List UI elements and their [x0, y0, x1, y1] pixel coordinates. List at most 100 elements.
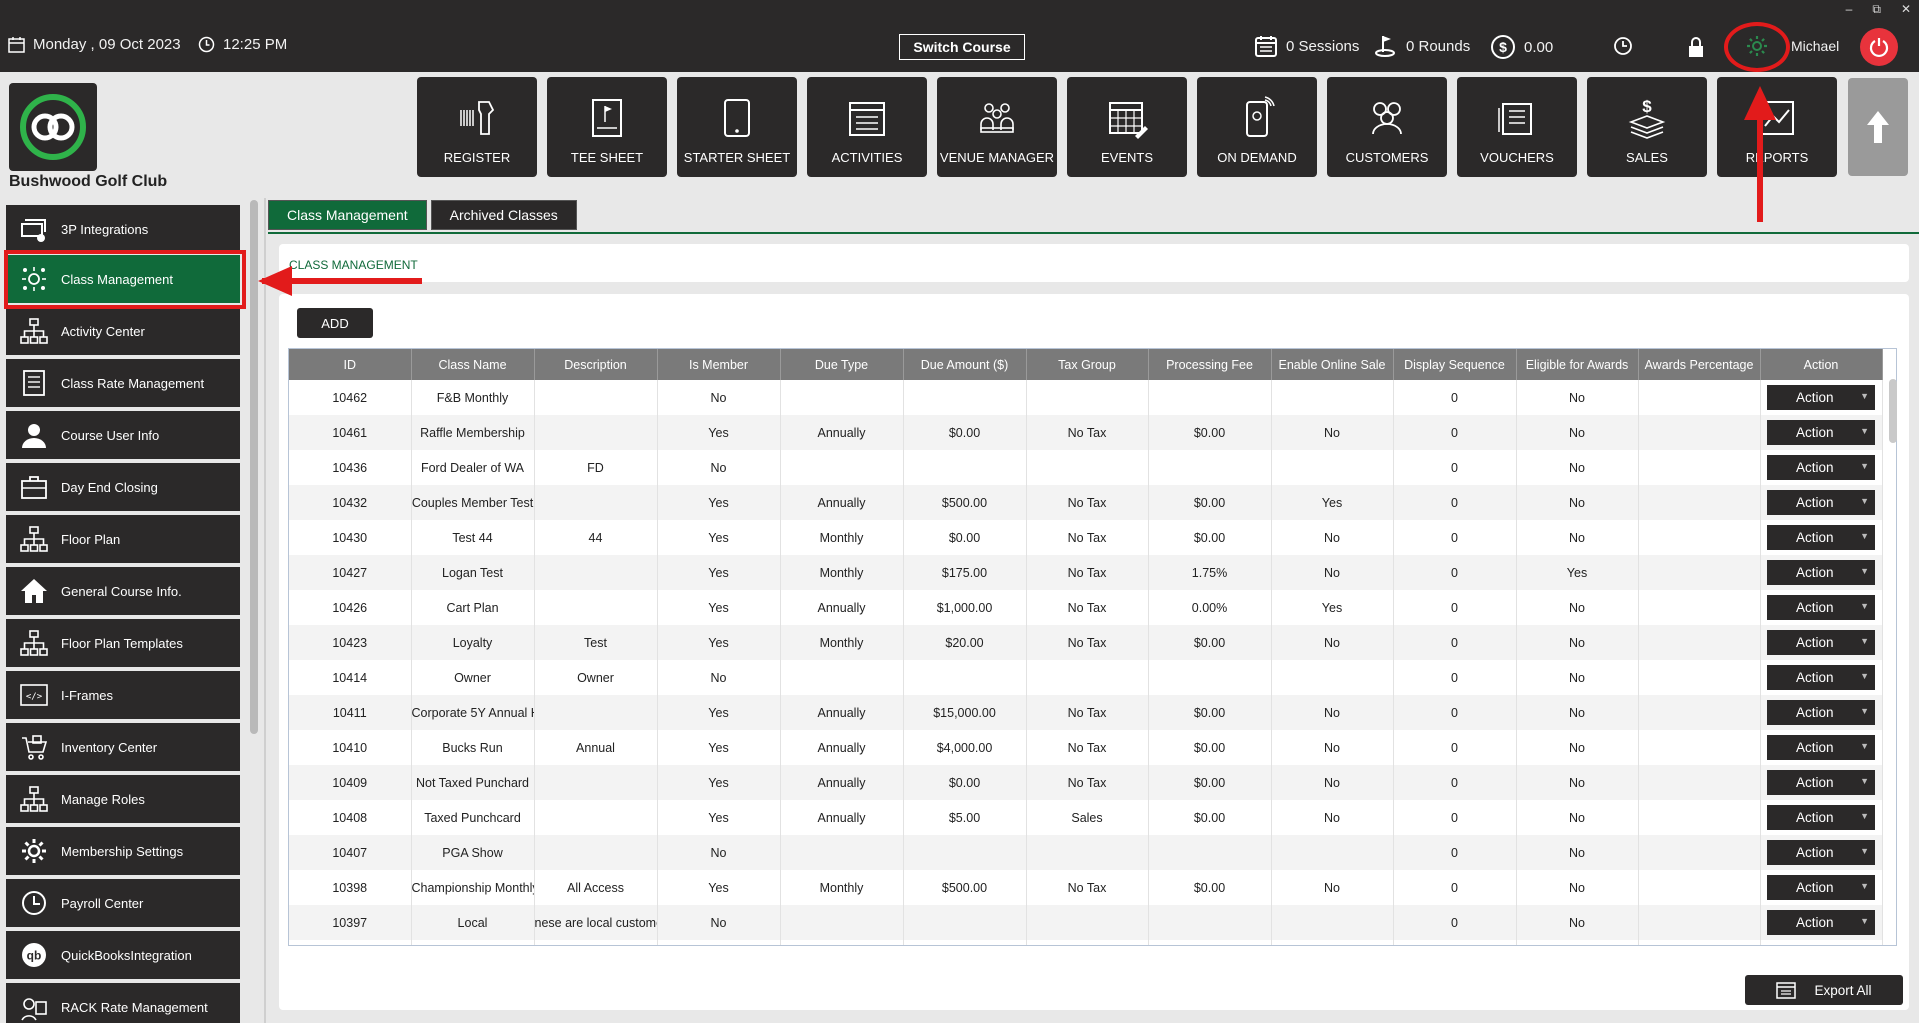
sidebar-item-3p-integrations[interactable]: 3P Integrations: [6, 205, 240, 253]
sidebar-item-payroll-center[interactable]: Payroll Center: [6, 879, 240, 927]
sidebar-item-floor-plan[interactable]: Floor Plan: [6, 515, 240, 563]
nav-on-demand[interactable]: ON DEMAND: [1197, 77, 1317, 177]
sidebar-item-label: Inventory Center: [61, 739, 158, 755]
table-row[interactable]: 10411 Corporate 5Y Annual H Yes Annually $15…: [289, 695, 1883, 730]
column-header[interactable]: Class Name: [411, 349, 535, 380]
column-header[interactable]: Eligible for Awards: [1516, 349, 1639, 380]
table-row[interactable]: 10427 Logan Test Yes Monthly $175.00 No Tax 1.…: [289, 555, 1883, 590]
sidebar-item-general-course-info[interactable]: General Course Info.: [6, 567, 240, 615]
nav-activities[interactable]: ACTIVITIES: [807, 77, 927, 177]
nav-events[interactable]: EVENTS: [1067, 77, 1187, 177]
column-header[interactable]: Description: [534, 349, 658, 380]
column-header[interactable]: Due Type: [780, 349, 904, 380]
table-row[interactable]: 10426 Cart Plan Yes Annually $1,000.00 No Tax…: [289, 590, 1883, 625]
column-header[interactable]: Processing Fee: [1148, 349, 1272, 380]
sidebar-scrollbar[interactable]: [250, 200, 258, 734]
action-label: Action: [1796, 845, 1834, 860]
table-cell: $0.00: [1148, 800, 1272, 835]
table-row[interactable]: 10407 PGA Show No 0 No Action ▼: [289, 835, 1883, 870]
action-dropdown-button[interactable]: Action▼: [1767, 875, 1875, 900]
table-row[interactable]: 10432 Couples Member Test Yes Annually $500.…: [289, 485, 1883, 520]
sidebar-item-floor-plan-templates[interactable]: Floor Plan Templates: [6, 619, 240, 667]
switch-course-button[interactable]: Switch Course: [899, 34, 1025, 60]
column-header[interactable]: Awards Percentage: [1638, 349, 1761, 380]
maximize-icon[interactable]: ⧉: [1872, 2, 1881, 17]
rounds-display[interactable]: 0 Rounds: [1374, 34, 1470, 58]
table-row[interactable]: 10408 Taxed Punchcard Yes Annually $5.00 Sale…: [289, 800, 1883, 835]
nav-register[interactable]: REGISTER: [417, 77, 537, 177]
sidebar-item-day-end-closing[interactable]: Day End Closing: [6, 463, 240, 511]
column-header[interactable]: Display Sequence: [1393, 349, 1517, 380]
action-dropdown-button[interactable]: Action▼: [1767, 840, 1875, 865]
chevron-down-icon: ▼: [1860, 706, 1869, 716]
sidebar-item-quickbooks-integration[interactable]: qb QuickBooksIntegration: [6, 931, 240, 979]
column-header[interactable]: Is Member: [657, 349, 781, 380]
table-row[interactable]: 10409 Not Taxed Punchard Yes Annually $0.00 N…: [289, 765, 1883, 800]
close-icon[interactable]: ✕: [1901, 2, 1911, 17]
nav-starter-sheet[interactable]: STARTER SHEET: [677, 77, 797, 177]
table-row[interactable]: 10410 Bucks Run Annual Yes Annually $4,000.00…: [289, 730, 1883, 765]
action-dropdown-button[interactable]: Action▼: [1767, 945, 1875, 946]
sidebar-item-class-rate-management[interactable]: Class Rate Management: [6, 359, 240, 407]
table-row[interactable]: Action▼: [289, 940, 1883, 946]
table-row[interactable]: 10430 Test 44 44 Yes Monthly $0.00 No Tax $0.00…: [289, 520, 1883, 555]
action-dropdown-button[interactable]: Action▼: [1767, 770, 1875, 795]
column-header[interactable]: Enable Online Sale: [1271, 349, 1394, 380]
action-dropdown-button[interactable]: Action▼: [1767, 490, 1875, 515]
sidebar-item-inventory-center[interactable]: Inventory Center: [6, 723, 240, 771]
sidebar-item-rack-rate-management[interactable]: RACK Rate Management: [6, 983, 240, 1023]
table-row[interactable]: 10398 Championship Monthly All Access Yes Mo…: [289, 870, 1883, 905]
sidebar-item-activity-center[interactable]: Activity Center: [6, 307, 240, 355]
table-row[interactable]: 10414 Owner Owner No 0 No Action ▼: [289, 660, 1883, 695]
column-header[interactable]: Due Amount ($): [903, 349, 1027, 380]
action-dropdown-button[interactable]: Action▼: [1767, 910, 1875, 935]
action-dropdown-button[interactable]: Action▼: [1767, 525, 1875, 550]
action-dropdown-button[interactable]: Action▼: [1767, 700, 1875, 725]
action-dropdown-button[interactable]: Action▼: [1767, 630, 1875, 655]
action-dropdown-button[interactable]: Action▼: [1767, 805, 1875, 830]
nav-tee-sheet[interactable]: TEE SHEET: [547, 77, 667, 177]
sidebar-item-membership-settings[interactable]: Membership Settings: [6, 827, 240, 875]
action-dropdown-button[interactable]: Action▼: [1767, 595, 1875, 620]
column-header[interactable]: Action: [1760, 349, 1883, 380]
table-cell: 0: [1393, 450, 1517, 485]
user-name[interactable]: Michael: [1791, 38, 1839, 54]
minimize-icon[interactable]: –: [1846, 2, 1853, 17]
action-dropdown-button[interactable]: Action▼: [1767, 665, 1875, 690]
sidebar-item-i-frames[interactable]: </> I-Frames: [6, 671, 240, 719]
table-row[interactable]: 10462 F&B Monthly No 0 No Action ▼: [289, 380, 1883, 415]
sidebar-item-course-user-info[interactable]: Course User Info: [6, 411, 240, 459]
action-dropdown-button[interactable]: Action▼: [1767, 735, 1875, 760]
nav-sales[interactable]: $ SALES: [1587, 77, 1707, 177]
table-row[interactable]: 10423 Loyalty Test Yes Monthly $20.00 No Tax $0…: [289, 625, 1883, 660]
table-cell: No Tax: [1026, 730, 1149, 765]
action-dropdown-button[interactable]: Action▼: [1767, 420, 1875, 445]
table-row[interactable]: 10436 Ford Dealer of WA FD No 0 No Action ▼: [289, 450, 1883, 485]
action-dropdown-button[interactable]: Action▼: [1767, 560, 1875, 585]
sessions-display[interactable]: 0 Sessions: [1254, 34, 1359, 58]
grid-scrollbar[interactable]: [1889, 379, 1897, 443]
history-button[interactable]: [1613, 36, 1633, 56]
table-cell: $0.00: [1148, 485, 1272, 520]
column-header[interactable]: ID: [289, 349, 412, 380]
nav-reports[interactable]: REPORTS: [1717, 77, 1837, 177]
table-row[interactable]: 10461 Raffle Membership Yes Annually $0.00 No…: [289, 415, 1883, 450]
table-row[interactable]: 10397 Local nese are local customer No 0 No Ac…: [289, 905, 1883, 940]
table-cell: [1271, 940, 1394, 945]
action-dropdown-button[interactable]: Action▼: [1767, 455, 1875, 480]
sidebar-item-manage-roles[interactable]: Manage Roles: [6, 775, 240, 823]
action-dropdown-button[interactable]: Action▼: [1767, 385, 1875, 410]
lock-button[interactable]: [1686, 36, 1706, 58]
add-button[interactable]: ADD: [297, 308, 373, 338]
action-label: Action: [1796, 915, 1834, 930]
nav-customers[interactable]: CUSTOMERS: [1327, 77, 1447, 177]
power-button[interactable]: [1860, 28, 1898, 66]
column-header[interactable]: Tax Group: [1026, 349, 1149, 380]
tab-class-management[interactable]: Class Management: [268, 200, 427, 230]
export-all-button[interactable]: Export All: [1745, 975, 1903, 1005]
balance-display[interactable]: $ 0.00: [1490, 34, 1553, 60]
collapse-header-button[interactable]: [1848, 78, 1908, 176]
nav-vouchers[interactable]: VOUCHERS: [1457, 77, 1577, 177]
tab-archived-classes[interactable]: Archived Classes: [430, 200, 577, 230]
nav-venue-manager[interactable]: VENUE MANAGER: [937, 77, 1057, 177]
